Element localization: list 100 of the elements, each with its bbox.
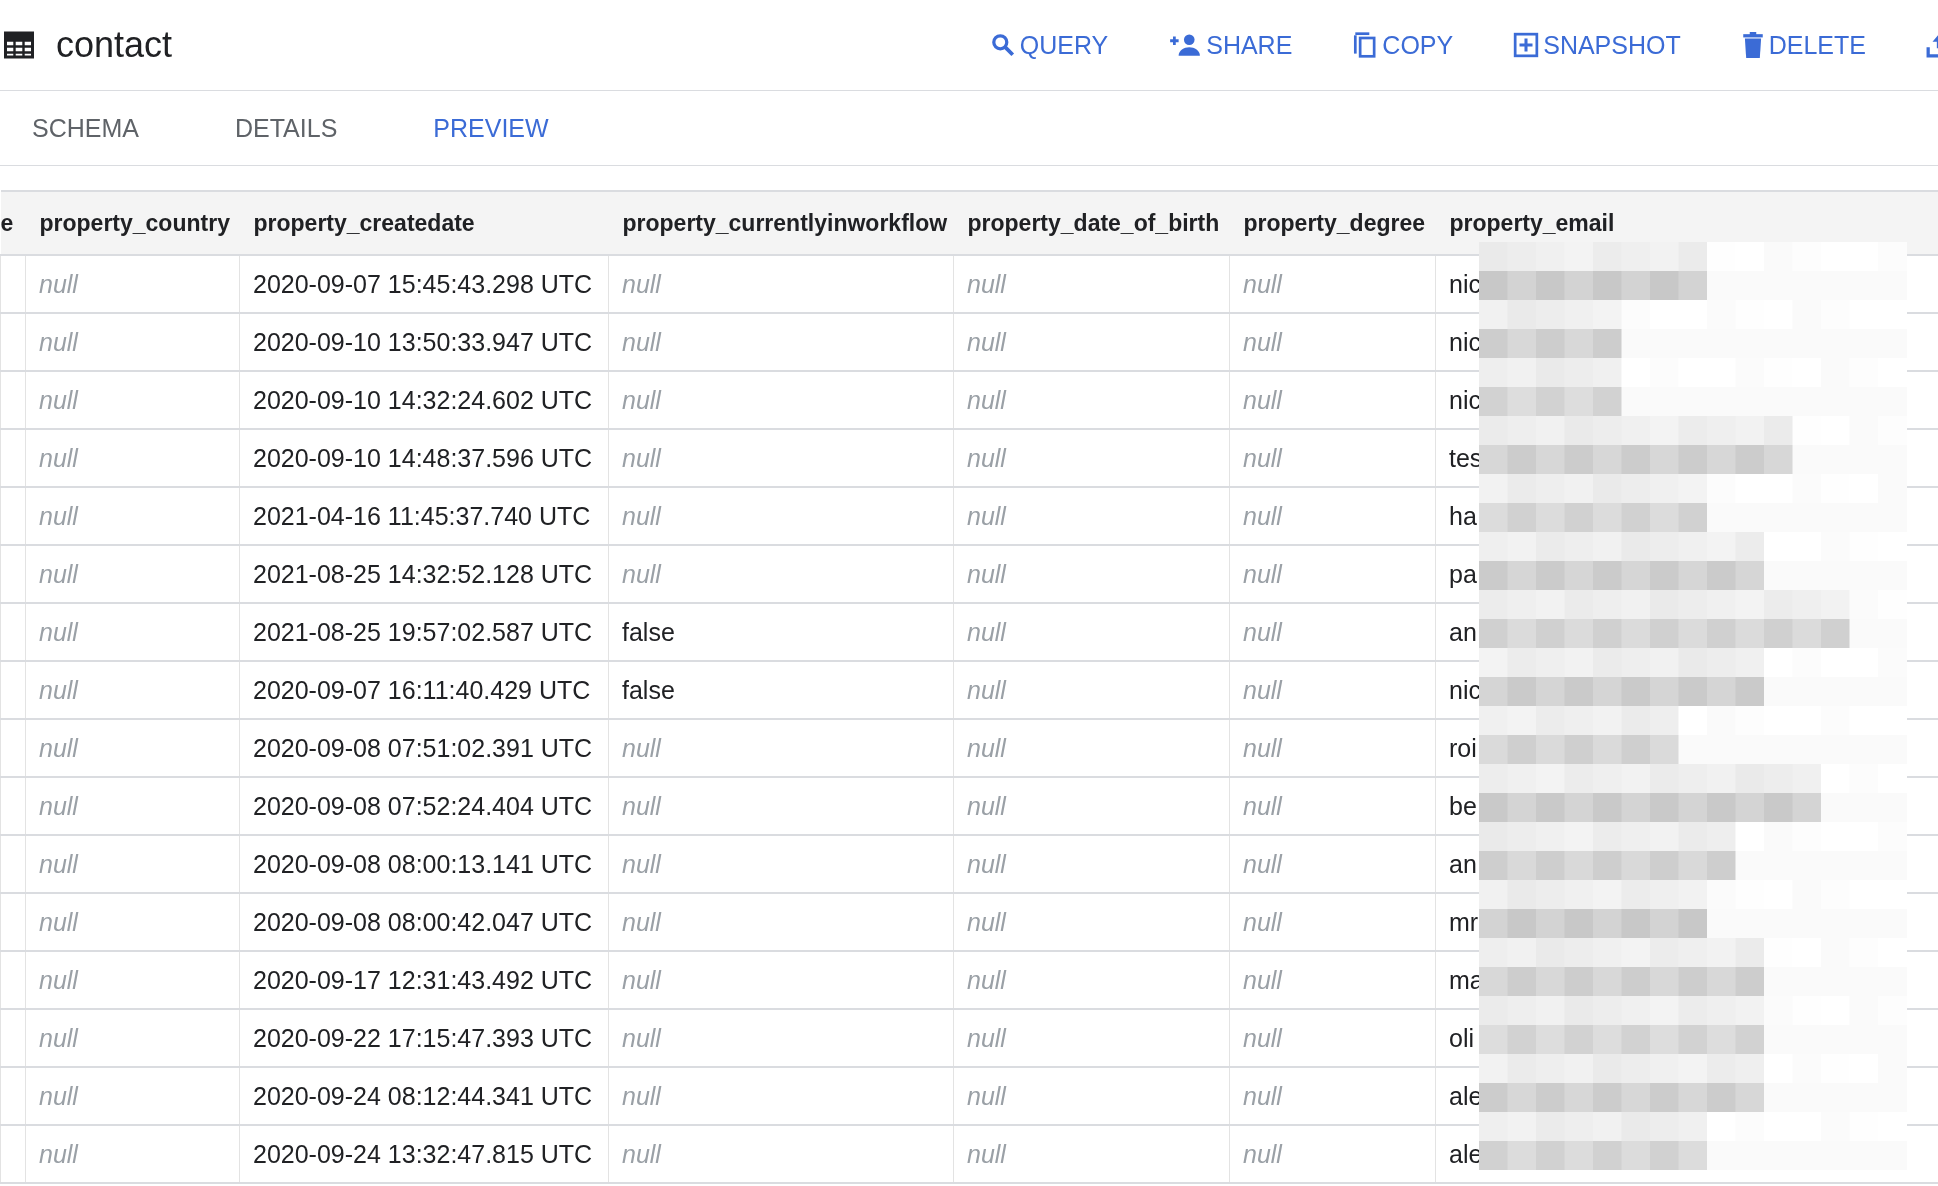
table-cell: null (39, 675, 78, 704)
table-cell: false (622, 617, 675, 646)
table-cell: null (622, 269, 661, 298)
table-cell: null (967, 675, 1006, 704)
table-cell: null (967, 907, 1006, 936)
action-button[interactable]: SNAPSHOT (1513, 30, 1681, 60)
table-cell: 2021-04-16 11:45:37.740 UTC (253, 501, 591, 530)
table-cell: null (39, 617, 78, 646)
table-cell: null (967, 849, 1006, 878)
action-button[interactable]: SHARE (1168, 30, 1293, 60)
table-cell: null (1243, 1081, 1282, 1110)
table-cell: null (967, 617, 1006, 646)
table-cell: null (1243, 965, 1282, 994)
tab[interactable]: PREVIEW (433, 113, 549, 143)
table-cell: null (39, 965, 78, 994)
tab[interactable]: DETAILS (234, 113, 338, 143)
table-cell: null (967, 385, 1006, 414)
table-cell: null (39, 501, 78, 530)
table-cell: 2020-09-24 08:12:44.341 UTC (253, 1081, 593, 1110)
table-cell: 2020-09-10 14:32:24.602 UTC (253, 385, 593, 414)
table-cell: null (622, 327, 661, 356)
table-cell: nic (1449, 675, 1481, 704)
table-cell: null (622, 733, 661, 762)
table-cell: null (622, 907, 661, 936)
action-button[interactable]: DELETE (1740, 30, 1866, 60)
table-cell: null (967, 443, 1006, 472)
column-header: property_currentlyinworkflow (622, 209, 948, 236)
table-cell: nic (1449, 269, 1481, 298)
table-cell: nic (1449, 327, 1481, 356)
table-cell: an (1449, 849, 1477, 878)
table-cell: null (622, 1139, 661, 1168)
search-icon (989, 32, 1016, 58)
table-cell: null (39, 443, 78, 472)
table-cell: 2020-09-07 16:11:40.429 UTC (253, 675, 591, 704)
table-cell: false (622, 675, 675, 704)
table-cell: null (967, 733, 1006, 762)
table-cell: null (967, 1023, 1006, 1052)
table-cell: null (1243, 559, 1282, 588)
table-cell: null (622, 965, 661, 994)
table-cell: 2020-09-07 15:45:43.298 UTC (253, 269, 593, 298)
table-cell: null (967, 965, 1006, 994)
column-header: property_degree (1243, 209, 1425, 236)
table-cell: 2020-09-10 13:50:33.947 UTC (253, 327, 593, 356)
table-cell: null (622, 849, 661, 878)
table-cell: ha (1449, 501, 1477, 530)
table-cell: 2020-09-17 12:31:43.492 UTC (253, 965, 593, 994)
table-cell: be (1449, 791, 1477, 820)
table-cell: null (1243, 791, 1282, 820)
action-button[interactable]: COPY (1352, 30, 1454, 60)
table-cell: null (39, 559, 78, 588)
table-cell: null (967, 559, 1006, 588)
table-cell: 2020-09-24 13:32:47.815 UTC (253, 1139, 593, 1168)
table-cell: null (1243, 907, 1282, 936)
table-cell: null (1243, 269, 1282, 298)
table-cell: null (622, 501, 661, 530)
table-cell: null (967, 791, 1006, 820)
add-person-icon (1168, 32, 1203, 58)
tab[interactable]: SCHEMA (32, 113, 139, 143)
table-cell: 2021-08-25 14:32:52.128 UTC (253, 559, 593, 588)
table-cell: null (39, 1139, 78, 1168)
table-cell: null (622, 1023, 661, 1052)
table-cell: null (1243, 1139, 1282, 1168)
table-cell: null (967, 269, 1006, 298)
table-cell: null (1243, 617, 1282, 646)
table-cell: null (1243, 849, 1282, 878)
table-icon (4, 31, 34, 59)
table-cell: null (967, 501, 1006, 530)
table-cell: null (39, 907, 78, 936)
table-cell: null (622, 443, 661, 472)
column-header: property_createdate (253, 209, 475, 236)
table-cell: 2020-09-08 08:00:42.047 UTC (253, 907, 593, 936)
table-cell: null (39, 733, 78, 762)
table-cell: null (1243, 733, 1282, 762)
table-cell: 2020-09-22 17:15:47.393 UTC (253, 1023, 593, 1052)
table-cell: null (39, 385, 78, 414)
table-title: contact (56, 24, 173, 66)
table-cell: null (967, 1139, 1006, 1168)
table-cell: null (622, 559, 661, 588)
table-cell: an (1449, 617, 1477, 646)
table-cell: null (967, 327, 1006, 356)
table-cell: oli (1449, 1023, 1474, 1052)
table-cell: 2020-09-08 07:51:02.391 UTC (253, 733, 593, 762)
column-header: e (0, 209, 14, 236)
table-cell: null (1243, 501, 1282, 530)
column-header: property_country (39, 209, 230, 236)
table-cell: mr (1449, 907, 1479, 936)
table-cell: null (39, 327, 78, 356)
action-button[interactable]: QUERY (989, 30, 1109, 60)
table-cell: null (1243, 327, 1282, 356)
trash-icon (1740, 32, 1765, 58)
table-cell: null (967, 1081, 1006, 1110)
table-cell: null (39, 1081, 78, 1110)
table-cell: 2020-09-08 08:00:13.141 UTC (253, 849, 593, 878)
table-cell: nic (1449, 385, 1481, 414)
column-header: property_date_of_birth (967, 209, 1220, 236)
table-cell: null (1243, 443, 1282, 472)
table-cell: roi (1449, 733, 1477, 762)
table-cell: null (39, 1023, 78, 1052)
table-cell: null (39, 791, 78, 820)
table-cell: null (1243, 385, 1282, 414)
